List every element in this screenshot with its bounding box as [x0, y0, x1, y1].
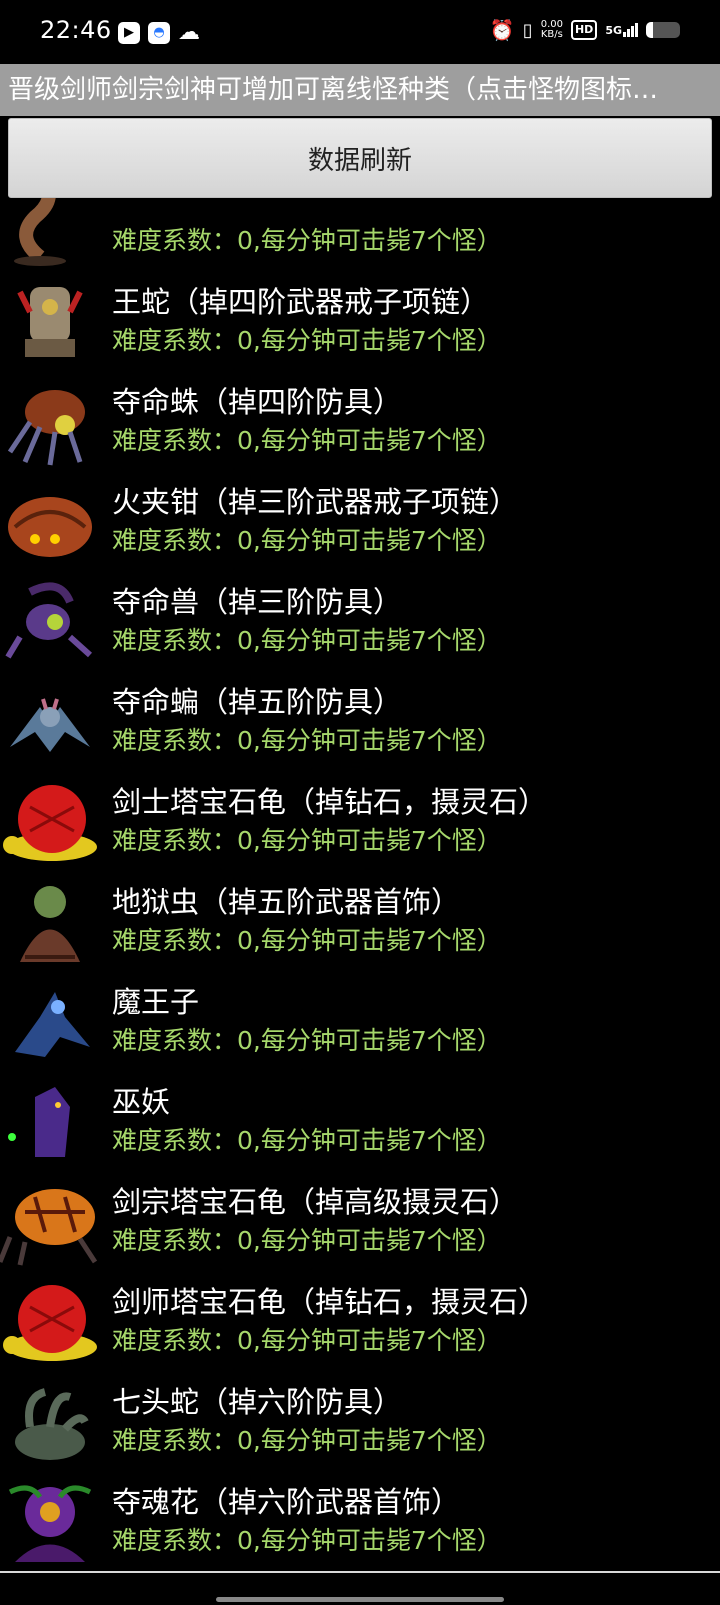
monster-name: 王蛇（掉四阶武器戒子项链） — [112, 285, 490, 319]
monster-row[interactable]: 夺命蝙（掉五阶防具） 难度系数：0,每分钟可击毙7个怪） — [0, 671, 720, 773]
status-right-icons: ⏰ ▯ 0.00 KB/s HD 5G — [490, 18, 680, 42]
hell-bug-icon[interactable] — [0, 877, 100, 967]
monster-difficulty-info: 难度系数：0,每分钟可击毙7个怪） — [112, 1426, 502, 1455]
notice-banner: 晋级剑师剑宗剑神可增加可离线怪种类（点击怪物图标… — [0, 64, 720, 116]
monster-row[interactable]: 难度系数：0,每分钟可击毙7个怪） — [0, 198, 720, 273]
monster-name: 七头蛇（掉六阶防具） — [112, 1385, 403, 1419]
app-icon: ◓ — [148, 21, 170, 44]
signal-label: 5G — [605, 24, 622, 37]
monster-name: 魔王子 — [112, 985, 200, 1019]
monster-difficulty-info: 难度系数：0,每分钟可击毙7个怪） — [112, 1126, 502, 1155]
status-bar: 22:46 ▶ ◓ ☁ ⏰ ▯ 0.00 KB/s HD 5G — [0, 0, 720, 64]
monster-difficulty-info: 难度系数：0,每分钟可击毙7个怪） — [112, 326, 502, 355]
monster-row[interactable]: 夺魂花（掉六阶武器首饰） 难度系数：0,每分钟可击毙7个怪） — [0, 1471, 720, 1573]
vibrate-icon: ▯ — [522, 19, 533, 41]
play-icon: ▶ — [118, 21, 140, 44]
gem-turtle-icon[interactable] — [0, 1277, 100, 1367]
monster-name: 火夹钳（掉三阶武器戒子项链） — [112, 485, 519, 519]
monster-row[interactable]: 地狱虫（掉五阶武器首饰） 难度系数：0,每分钟可击毙7个怪） — [0, 871, 720, 973]
monster-name: 夺魂花（掉六阶武器首饰） — [112, 1485, 461, 1519]
battery-icon — [646, 22, 680, 38]
monster-row[interactable]: 夺命兽（掉三阶防具） 难度系数：0,每分钟可击毙7个怪） — [0, 571, 720, 673]
monster-difficulty-info: 难度系数：0,每分钟可击毙7个怪） — [112, 226, 502, 255]
hydra-icon[interactable] — [0, 1377, 100, 1467]
monster-name: 剑宗塔宝石龟（掉高级摄灵石） — [112, 1185, 519, 1219]
spider-icon[interactable] — [0, 377, 100, 467]
monster-name: 夺命蝙（掉五阶防具） — [112, 685, 403, 719]
monster-name: 巫妖 — [112, 1085, 171, 1119]
monster-row[interactable]: 剑士塔宝石龟（掉钻石，摄灵石） 难度系数：0,每分钟可击毙7个怪） — [0, 771, 720, 873]
monster-row[interactable]: 剑宗塔宝石龟（掉高级摄灵石） 难度系数：0,每分钟可击毙7个怪） — [0, 1171, 720, 1273]
monster-difficulty-info: 难度系数：0,每分钟可击毙7个怪） — [112, 826, 502, 855]
monster-difficulty-info: 难度系数：0,每分钟可击毙7个怪） — [112, 526, 502, 555]
soul-flower-icon[interactable] — [0, 1477, 100, 1567]
monster-name: 夺命兽（掉三阶防具） — [112, 585, 403, 619]
home-indicator — [216, 1597, 504, 1602]
monster-row[interactable]: 火夹钳（掉三阶武器戒子项链） 难度系数：0,每分钟可击毙7个怪） — [0, 471, 720, 573]
demon-prince-icon[interactable] — [0, 977, 100, 1067]
monster-row[interactable]: 王蛇（掉四阶武器戒子项链） 难度系数：0,每分钟可击毙7个怪） — [0, 271, 720, 373]
king-snake-icon[interactable] — [0, 277, 100, 367]
monster-difficulty-info: 难度系数：0,每分钟可击毙7个怪） — [112, 1526, 502, 1555]
monster-difficulty-info: 难度系数：0,每分钟可击毙7个怪） — [112, 1026, 502, 1055]
monster-difficulty-info: 难度系数：0,每分钟可击毙7个怪） — [112, 926, 502, 955]
gem-turtle-icon[interactable] — [0, 777, 100, 867]
monster-difficulty-info: 难度系数：0,每分钟可击毙7个怪） — [112, 1226, 502, 1255]
refresh-data-button[interactable]: 数据刷新 — [8, 118, 712, 198]
monster-name: 夺命蛛（掉四阶防具） — [112, 385, 403, 419]
lich-icon[interactable] — [0, 1077, 100, 1167]
lava-turtle-icon[interactable] — [0, 1177, 100, 1267]
monster-name: 剑师塔宝石龟（掉钻石，摄灵石） — [112, 1285, 548, 1319]
monster-row[interactable]: 七头蛇（掉六阶防具） 难度系数：0,每分钟可击毙7个怪） — [0, 1371, 720, 1473]
monster-row[interactable]: 魔王子难度系数：0,每分钟可击毙7个怪） — [0, 971, 720, 1073]
monster-difficulty-info: 难度系数：0,每分钟可击毙7个怪） — [112, 1326, 502, 1355]
alarm-icon: ⏰ — [489, 18, 515, 42]
monster-row[interactable]: 巫妖难度系数：0,每分钟可击毙7个怪） — [0, 1071, 720, 1173]
signal-icon: 5G — [605, 23, 638, 37]
monster-row[interactable]: 夺命蛛（掉四阶防具） 难度系数：0,每分钟可击毙7个怪） — [0, 371, 720, 473]
monster-difficulty-info: 难度系数：0,每分钟可击毙7个怪） — [112, 626, 502, 655]
monster-list[interactable]: 难度系数：0,每分钟可击毙7个怪） 王蛇（掉四阶武器戒子项链） 难度系数：0,每分钟… — [0, 198, 720, 1605]
battery-fill — [646, 22, 654, 38]
monster-row[interactable]: 剑师塔宝石龟（掉钻石，摄灵石） 难度系数：0,每分钟可击毙7个怪） — [0, 1271, 720, 1373]
status-time: 22:46 — [40, 16, 112, 44]
cloud-icon: ☁ — [178, 20, 200, 45]
hd-badge: HD — [570, 20, 598, 40]
monster-difficulty-info: 难度系数：0,每分钟可击毙7个怪） — [112, 426, 502, 455]
net-speed-unit: KB/s — [540, 29, 563, 40]
fire-pincer-icon[interactable] — [0, 477, 100, 567]
monster-name: 地狱虫（掉五阶武器首饰） — [112, 885, 461, 919]
scorpion-beast-icon[interactable] — [0, 577, 100, 667]
net-speed: 0.00 KB/s — [541, 20, 563, 40]
worm-monster-icon[interactable] — [0, 198, 100, 267]
monster-difficulty-info: 难度系数：0,每分钟可击毙7个怪） — [112, 726, 502, 755]
bat-icon[interactable] — [0, 677, 100, 767]
monster-name: 剑士塔宝石龟（掉钻石，摄灵石） — [112, 785, 548, 819]
status-left-icons: ▶ ◓ ☁ — [118, 20, 200, 45]
